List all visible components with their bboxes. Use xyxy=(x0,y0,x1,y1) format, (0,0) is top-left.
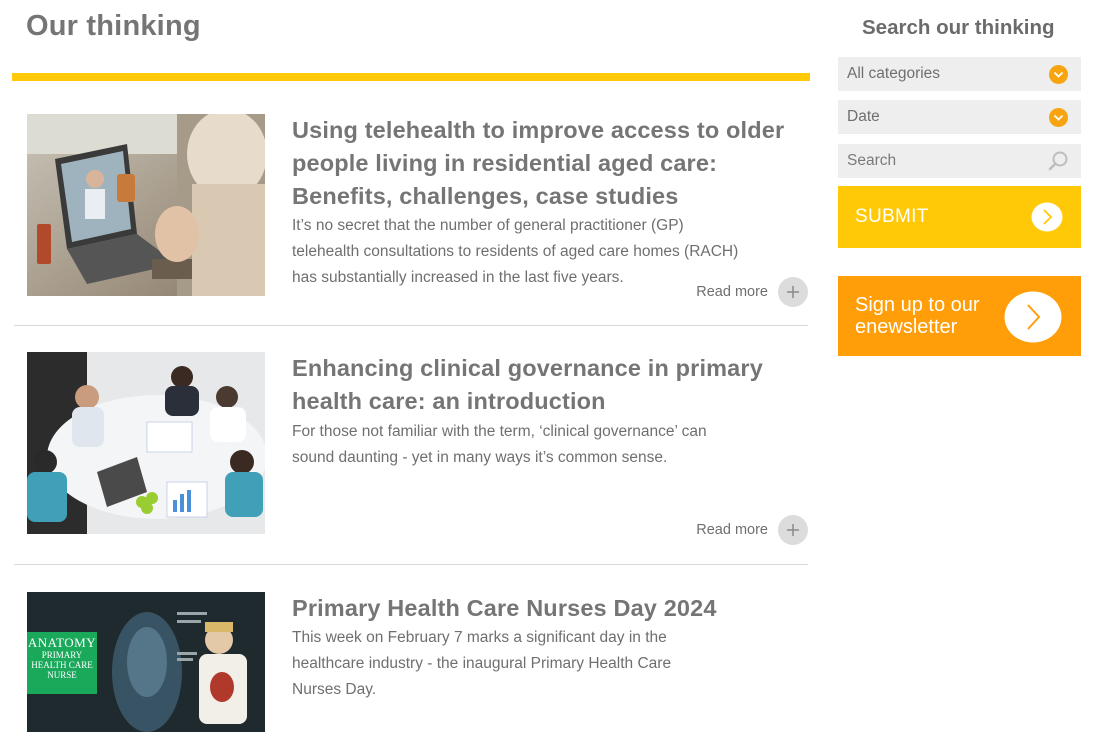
anatomy-poster-text: ANATOMY PRIMARY HEALTH CARE NURSE xyxy=(27,635,97,681)
read-more-link[interactable]: Read more xyxy=(696,277,808,307)
article-title[interactable]: Enhancing clinical governance in primary… xyxy=(292,352,802,418)
meeting-photo[interactable] xyxy=(27,352,265,534)
telehealth-photo[interactable] xyxy=(27,114,265,296)
read-more-link[interactable]: Read more xyxy=(696,515,808,545)
article-separator xyxy=(14,564,808,565)
article-title[interactable]: Primary Health Care Nurses Day 2024 xyxy=(292,592,802,625)
category-select-label: All categories xyxy=(847,65,941,82)
chevron-down-icon[interactable] xyxy=(1049,65,1068,84)
date-select-label: Date xyxy=(847,108,880,125)
page-title: Our thinking xyxy=(26,10,201,42)
chevron-down-icon[interactable] xyxy=(1049,108,1068,127)
plus-icon[interactable] xyxy=(778,277,808,307)
submit-button[interactable]: SUBMIT xyxy=(838,186,1081,248)
article-card: Using telehealth to improve access to ol… xyxy=(14,114,808,324)
newsletter-label: Sign up to our enewsletter xyxy=(855,294,980,338)
anatomy-poster-photo[interactable]: ANATOMY PRIMARY HEALTH CARE NURSE xyxy=(27,592,265,732)
yellow-divider xyxy=(12,73,810,81)
article-summary: It’s no secret that the number of genera… xyxy=(292,217,739,286)
date-select[interactable]: Date xyxy=(838,100,1081,134)
article-title[interactable]: Using telehealth to improve access to ol… xyxy=(292,114,802,213)
search-input[interactable] xyxy=(838,144,1081,178)
newsletter-signup-button[interactable]: Sign up to our enewsletter xyxy=(838,276,1081,356)
plus-icon[interactable] xyxy=(778,515,808,545)
category-select[interactable]: All categories xyxy=(838,57,1081,91)
article-summary: This week on February 7 marks a signific… xyxy=(292,629,672,698)
arrow-right-icon xyxy=(1031,202,1063,232)
sidebar-title: Search our thinking xyxy=(862,16,1055,39)
submit-label: SUBMIT xyxy=(855,206,929,227)
article-card: Enhancing clinical governance in primary… xyxy=(14,352,808,562)
search-icon[interactable] xyxy=(1047,150,1069,172)
article-separator xyxy=(14,325,808,326)
read-more-label: Read more xyxy=(696,284,768,300)
arrow-right-icon xyxy=(1004,291,1062,343)
read-more-label: Read more xyxy=(696,522,768,538)
article-summary: For those not familiar with the term, ‘c… xyxy=(292,423,707,466)
page: Our thinking Using telehealth to improve… xyxy=(0,0,1097,732)
article-card: ANATOMY PRIMARY HEALTH CARE NURSE Primar… xyxy=(14,592,808,732)
